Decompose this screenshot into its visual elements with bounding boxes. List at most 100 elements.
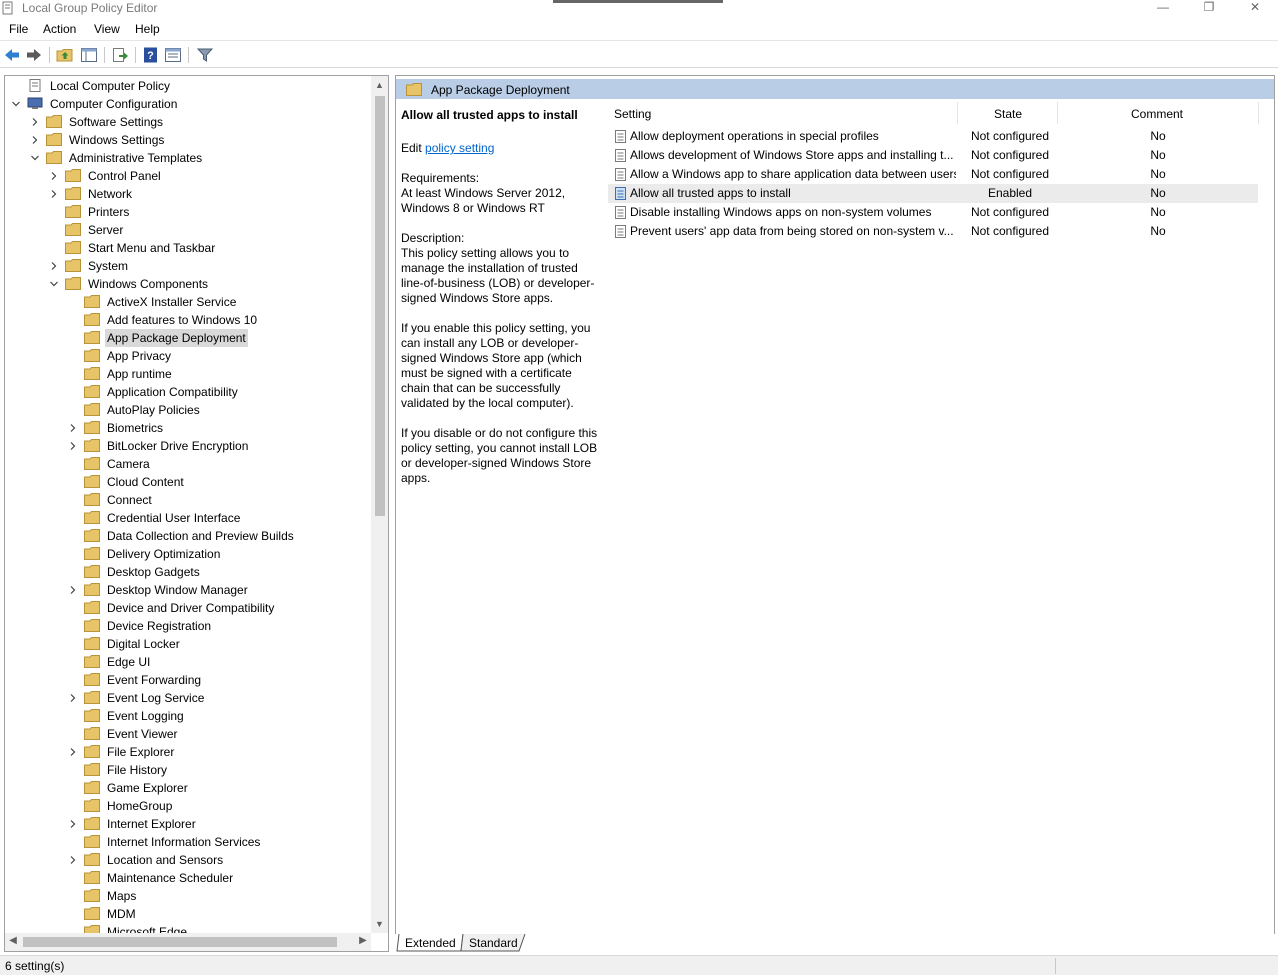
tree-item[interactable]: Data Collection and Preview Builds — [5, 527, 371, 545]
column-divider[interactable] — [957, 102, 958, 124]
tree-item[interactable]: Camera — [5, 455, 371, 473]
tree-item[interactable]: AutoPlay Policies — [5, 401, 371, 419]
menu-view[interactable]: View — [94, 22, 120, 36]
filter-icon[interactable] — [196, 46, 214, 64]
column-divider[interactable] — [1258, 102, 1259, 124]
chevron-down-icon[interactable] — [12, 100, 20, 108]
help-icon[interactable]: ? — [142, 46, 160, 64]
scroll-left-arrow-icon[interactable]: ◀ — [7, 935, 19, 946]
forward-arrow-icon[interactable] — [25, 46, 43, 64]
tree-item[interactable]: Application Compatibility — [5, 383, 371, 401]
tree-item[interactable]: App Privacy — [5, 347, 371, 365]
tree-item[interactable]: Desktop Gadgets — [5, 563, 371, 581]
export-list-icon[interactable] — [111, 46, 129, 64]
chevron-right-icon[interactable] — [69, 442, 77, 450]
tree-item[interactable]: HomeGroup — [5, 797, 371, 815]
tree-item[interactable]: Windows Settings — [5, 131, 371, 149]
chevron-right-icon[interactable] — [69, 748, 77, 756]
tree-item[interactable]: Printers — [5, 203, 371, 221]
tree-pane[interactable]: Local Computer Policy Computer Configurat… — [4, 75, 389, 952]
chevron-right-icon[interactable] — [69, 586, 77, 594]
menu-action[interactable]: Action — [43, 22, 76, 36]
menu-help[interactable]: Help — [135, 22, 160, 36]
tree-item[interactable]: Windows Components — [5, 275, 371, 293]
tree-item[interactable]: Local Computer Policy — [5, 77, 371, 95]
tree-item[interactable]: Internet Explorer — [5, 815, 371, 833]
tree-item[interactable]: ActiveX Installer Service — [5, 293, 371, 311]
tree-item[interactable]: Event Logging — [5, 707, 371, 725]
tree-item[interactable]: Credential User Interface — [5, 509, 371, 527]
tree-item[interactable]: Administrative Templates — [5, 149, 371, 167]
policy-setting-link[interactable]: policy setting — [425, 141, 494, 155]
table-row[interactable]: Prevent users' app data from being store… — [608, 222, 1258, 241]
table-row[interactable]: Allow a Windows app to share application… — [608, 165, 1258, 184]
tree-item[interactable]: Game Explorer — [5, 779, 371, 797]
tree-item[interactable]: Device and Driver Compatibility — [5, 599, 371, 617]
tree-item[interactable]: BitLocker Drive Encryption — [5, 437, 371, 455]
close-button[interactable]: ✕ — [1232, 0, 1278, 18]
chevron-right-icon[interactable] — [50, 190, 58, 198]
tree-item[interactable]: Desktop Window Manager — [5, 581, 371, 599]
scroll-thumb[interactable] — [23, 937, 337, 947]
tab-standard[interactable]: Standard — [465, 934, 522, 952]
chevron-right-icon[interactable] — [69, 694, 77, 702]
tree-item[interactable]: System — [5, 257, 371, 275]
tree-item[interactable]: App runtime — [5, 365, 371, 383]
table-row[interactable]: Allows development of Windows Store apps… — [608, 146, 1258, 165]
tree-item[interactable]: Device Registration — [5, 617, 371, 635]
show-hide-tree-icon[interactable] — [80, 46, 98, 64]
chevron-right-icon[interactable] — [69, 856, 77, 864]
tree-item[interactable]: Server — [5, 221, 371, 239]
scroll-right-arrow-icon[interactable]: ▶ — [357, 935, 369, 946]
tree-item[interactable]: App Package Deployment — [5, 329, 371, 347]
chevron-right-icon[interactable] — [69, 820, 77, 828]
tree-item[interactable]: Delivery Optimization — [5, 545, 371, 563]
tree-horizontal-scrollbar[interactable]: ◀ ▶ — [5, 933, 371, 951]
table-row[interactable]: Allow all trusted apps to install Enabled… — [608, 184, 1258, 203]
tree-item[interactable]: Computer Configuration — [5, 95, 371, 113]
tree-item[interactable]: Internet Information Services — [5, 833, 371, 851]
tree-vertical-scrollbar[interactable]: ▲ ▼ — [371, 76, 388, 933]
column-header-state[interactable]: State — [994, 107, 1022, 121]
tree-item[interactable]: Location and Sensors — [5, 851, 371, 869]
menu-file[interactable]: File — [9, 22, 28, 36]
tree-item[interactable]: Edge UI — [5, 653, 371, 671]
tree-item[interactable]: Software Settings — [5, 113, 371, 131]
tree-item[interactable]: Add features to Windows 10 — [5, 311, 371, 329]
table-row[interactable]: Disable installing Windows apps on non-s… — [608, 203, 1258, 222]
chevron-down-icon[interactable] — [31, 154, 39, 162]
tree-item[interactable]: Maintenance Scheduler — [5, 869, 371, 887]
scroll-thumb[interactable] — [375, 96, 385, 516]
tree-item[interactable]: Biometrics — [5, 419, 371, 437]
column-header-comment[interactable]: Comment — [1131, 107, 1183, 121]
tree-item[interactable]: File History — [5, 761, 371, 779]
chevron-right-icon[interactable] — [50, 262, 58, 270]
up-folder-icon[interactable] — [56, 46, 74, 64]
column-divider[interactable] — [1057, 102, 1058, 124]
restore-button[interactable]: ❐ — [1186, 0, 1232, 18]
scroll-up-arrow-icon[interactable]: ▲ — [374, 80, 385, 90]
chevron-right-icon[interactable] — [31, 118, 39, 126]
tab-extended[interactable]: Extended — [401, 934, 460, 952]
properties-icon[interactable] — [164, 46, 182, 64]
tree-item[interactable]: Cloud Content — [5, 473, 371, 491]
chevron-right-icon[interactable] — [31, 136, 39, 144]
table-row[interactable]: Allow deployment operations in special p… — [608, 127, 1258, 146]
tree-item[interactable]: Network — [5, 185, 371, 203]
tree-item[interactable]: Start Menu and Taskbar — [5, 239, 371, 257]
tree-item[interactable]: Maps — [5, 887, 371, 905]
tree-item[interactable]: Digital Locker — [5, 635, 371, 653]
scroll-down-arrow-icon[interactable]: ▼ — [374, 919, 385, 929]
column-header-setting[interactable]: Setting — [614, 107, 651, 121]
tree-item[interactable]: Connect — [5, 491, 371, 509]
chevron-right-icon[interactable] — [69, 424, 77, 432]
minimize-button[interactable]: — — [1140, 0, 1186, 18]
tree-item[interactable]: MDM — [5, 905, 371, 923]
tree-item[interactable]: Event Forwarding — [5, 671, 371, 689]
tree-item[interactable]: Control Panel — [5, 167, 371, 185]
tree-item[interactable]: File Explorer — [5, 743, 371, 761]
tree-item[interactable]: Event Log Service — [5, 689, 371, 707]
chevron-down-icon[interactable] — [50, 280, 58, 288]
tree-item[interactable]: Event Viewer — [5, 725, 371, 743]
chevron-right-icon[interactable] — [50, 172, 58, 180]
